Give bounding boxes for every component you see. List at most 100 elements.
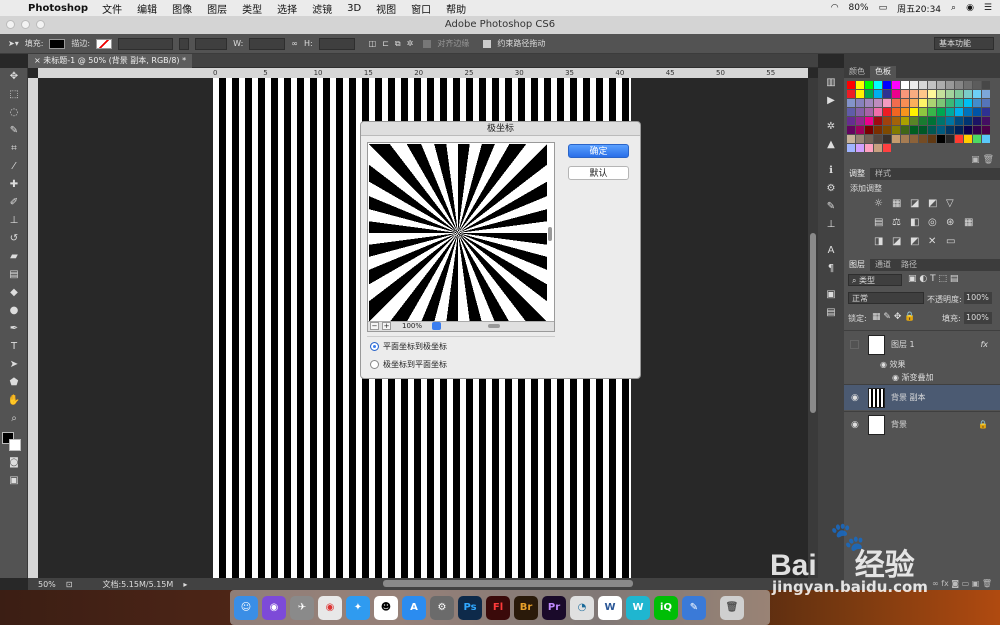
swatch[interactable]	[982, 135, 990, 143]
zoom-in-button[interactable]: +	[382, 322, 391, 330]
workspace-dropdown[interactable]: 基本功能	[934, 37, 994, 50]
lasso-tool-icon[interactable]: ◌	[0, 104, 28, 122]
status-arrow-icon[interactable]: ▸	[183, 580, 187, 589]
radio-dot-selected[interactable]	[370, 342, 379, 351]
swatch[interactable]	[937, 108, 945, 116]
hue-sat-icon[interactable]: ▤	[874, 217, 892, 228]
swatch[interactable]	[964, 81, 972, 89]
vertical-scroll-thumb[interactable]	[810, 233, 816, 413]
tab-adjustments[interactable]: 调整	[844, 168, 870, 180]
swatch[interactable]	[946, 117, 954, 125]
constrain-path-checkbox[interactable]	[483, 39, 492, 48]
swatch[interactable]	[883, 108, 891, 116]
exposure-icon[interactable]: ◩	[928, 198, 946, 209]
filter-adjust-icon[interactable]: ◐	[919, 274, 927, 284]
path-ops-icon[interactable]: ◫	[369, 39, 377, 48]
swatch[interactable]	[928, 81, 936, 89]
effect-eye-icon[interactable]: ◉	[880, 360, 887, 369]
eye-icon[interactable]: ◉	[851, 420, 859, 430]
clock[interactable]: 周五20:34	[897, 2, 941, 15]
menu-window[interactable]: 窗口	[411, 1, 431, 16]
tab-swatches[interactable]: 色板	[870, 66, 896, 78]
shape-tool-icon[interactable]: ⬟	[0, 374, 28, 392]
swatch[interactable]	[919, 117, 927, 125]
swatch[interactable]	[910, 108, 918, 116]
menu-select[interactable]: 选择	[277, 1, 297, 16]
swatch[interactable]	[856, 126, 864, 134]
swatch[interactable]	[955, 99, 963, 107]
swatch[interactable]	[892, 81, 900, 89]
swatch[interactable]	[910, 90, 918, 98]
siri-icon[interactable]: ◉	[262, 595, 286, 620]
swatch[interactable]	[955, 117, 963, 125]
curves-icon[interactable]: ◪	[910, 198, 928, 209]
swatch[interactable]	[856, 135, 864, 143]
swatch[interactable]	[937, 90, 945, 98]
clone-stamp-tool-icon[interactable]: ⊥	[0, 212, 28, 230]
history-brush-tool-icon[interactable]: ↺	[0, 230, 28, 248]
healing-brush-tool-icon[interactable]: ✚	[0, 176, 28, 194]
swatch[interactable]	[973, 90, 981, 98]
menu-list-icon[interactable]: ☰	[984, 3, 992, 13]
gradient-tool-icon[interactable]: ▤	[0, 266, 28, 284]
gradient-overlay-row[interactable]: ◉ 渐变叠加	[892, 372, 934, 383]
swatch[interactable]	[910, 135, 918, 143]
swatch[interactable]	[874, 99, 882, 107]
swatch[interactable]	[955, 135, 963, 143]
swatch[interactable]	[973, 117, 981, 125]
vertical-scrollbar[interactable]	[808, 78, 818, 578]
swatch[interactable]	[928, 135, 936, 143]
swatch[interactable]	[883, 90, 891, 98]
swatch[interactable]	[982, 117, 990, 125]
stroke-width-field[interactable]	[118, 37, 174, 50]
info-panel-icon[interactable]: ℹ	[818, 162, 844, 180]
swatch[interactable]	[973, 126, 981, 134]
default-button[interactable]: 默认	[568, 166, 629, 180]
stroke-type-dropdown[interactable]	[195, 37, 228, 50]
app-menu[interactable]: Photoshop	[28, 3, 88, 14]
stroke-width-dropdown[interactable]	[179, 37, 190, 50]
swatch[interactable]	[847, 144, 855, 152]
preview-hscroll-thumb[interactable]	[488, 324, 500, 328]
wps-icon[interactable]: W	[626, 595, 650, 620]
horizontal-scroll-thumb[interactable]	[383, 580, 633, 587]
layer-row[interactable]: ◉ 背景 🔒	[844, 411, 1000, 437]
path-arrange-icon[interactable]: ⧉	[395, 39, 401, 49]
system-preferences-icon[interactable]: ⚙	[430, 595, 454, 620]
swatch[interactable]	[937, 99, 945, 107]
swatch[interactable]	[964, 99, 972, 107]
dodge-tool-icon[interactable]: ●	[0, 302, 28, 320]
swatch[interactable]	[874, 117, 882, 125]
gradient-map-icon[interactable]: ▭	[946, 236, 964, 247]
lock-pixels-icon[interactable]: ✎	[883, 312, 891, 322]
eye-icon[interactable]: ◉	[851, 393, 859, 403]
black-white-icon[interactable]: ◧	[910, 217, 928, 228]
photoshop-icon[interactable]: Ps	[458, 595, 482, 620]
photo-filter-icon[interactable]: ◎	[928, 217, 946, 228]
swatch[interactable]	[928, 126, 936, 134]
menu-image[interactable]: 图像	[172, 1, 192, 16]
align-edges-checkbox[interactable]	[423, 39, 432, 48]
swatch[interactable]	[847, 135, 855, 143]
new-swatch-icon[interactable]: ▣	[971, 155, 980, 165]
xcode-icon[interactable]: ✎	[682, 595, 706, 620]
swatch[interactable]	[982, 126, 990, 134]
quick-select-tool-icon[interactable]: ✎	[0, 122, 28, 140]
menu-edit[interactable]: 编辑	[137, 1, 157, 16]
swatch[interactable]	[910, 81, 918, 89]
channel-mixer-icon[interactable]: ⊛	[946, 217, 964, 228]
minimize-window-button[interactable]	[21, 20, 30, 29]
close-window-button[interactable]	[6, 20, 15, 29]
swatch[interactable]	[847, 117, 855, 125]
swatch[interactable]	[982, 81, 990, 89]
swatch[interactable]	[964, 90, 972, 98]
path-align-icon[interactable]: ⊏	[382, 39, 389, 48]
swatch[interactable]	[901, 81, 909, 89]
document-tab[interactable]: × 未标题-1 @ 50% (背景 副本, RGB/8) *	[28, 54, 193, 68]
swatch[interactable]	[973, 135, 981, 143]
wifi-icon[interactable]: ◠	[831, 3, 839, 13]
filter-pixel-icon[interactable]: ▣	[908, 274, 917, 284]
histogram-icon[interactable]: ▲	[818, 136, 844, 154]
effects-row[interactable]: ◉ 效果	[880, 359, 906, 370]
swatch[interactable]	[955, 108, 963, 116]
